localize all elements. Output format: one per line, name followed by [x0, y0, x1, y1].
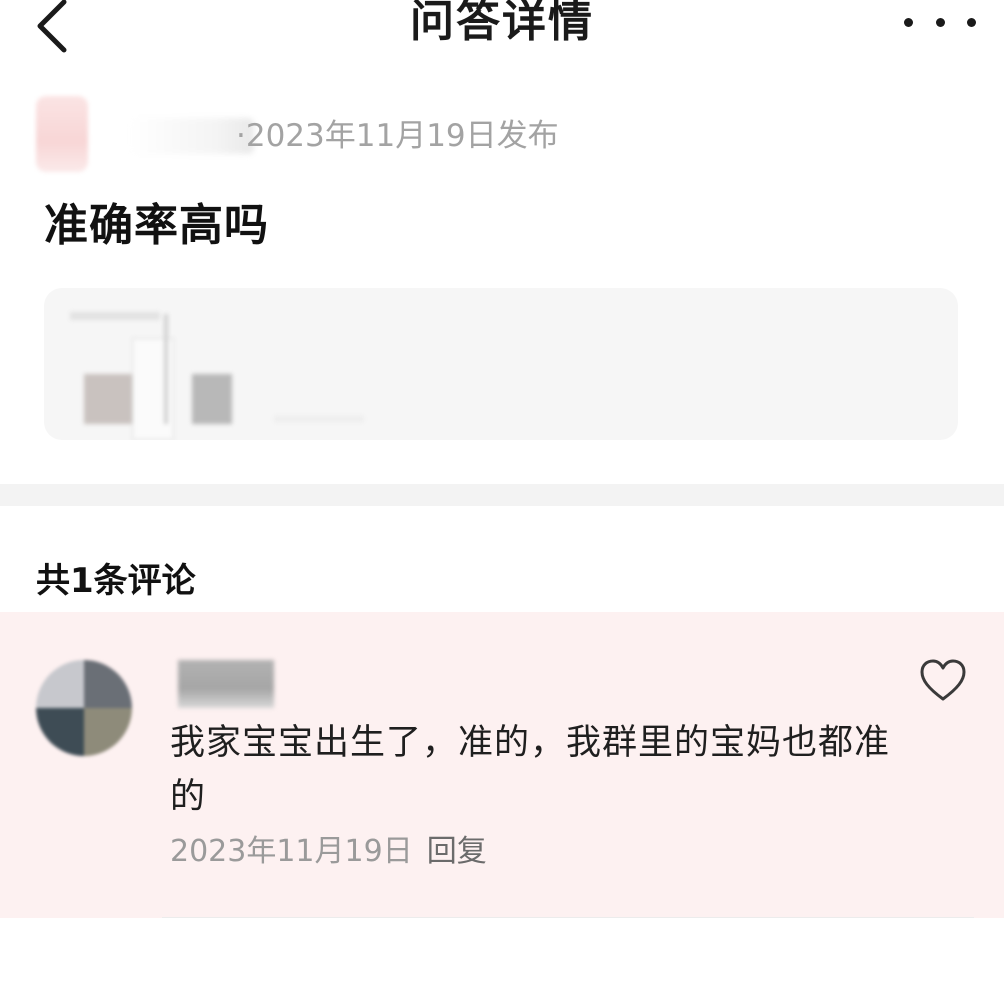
more-options-button[interactable] — [904, 0, 976, 44]
question-title: 准确率高吗 — [44, 200, 269, 251]
comment-divider — [162, 917, 974, 918]
page-title: 问答详情 — [410, 0, 594, 47]
reply-button[interactable]: 回复 — [427, 834, 487, 869]
qa-detail-page: 问答详情 ·2023年11月19日发布 准确率高吗 共1条评论 我家宝宝出生了，… — [0, 0, 1004, 1004]
commenter-name-redacted[interactable] — [178, 660, 274, 708]
comment-item[interactable]: 我家宝宝出生了，准的，我群里的宝妈也都准的 2023年11月19日 回复 — [0, 612, 1004, 918]
comment-date: 2023年11月19日 — [170, 834, 413, 869]
blurred-caption — [274, 416, 364, 422]
post-publish-date: ·2023年11月19日发布 — [236, 118, 559, 154]
author-avatar[interactable] — [36, 96, 88, 172]
like-button[interactable] — [918, 656, 968, 706]
blurred-thumbnail — [68, 308, 232, 440]
top-bar: 问答详情 — [0, 0, 1004, 72]
commenter-avatar[interactable] — [36, 660, 132, 756]
comment-meta: 2023年11月19日 回复 — [170, 830, 487, 874]
heart-outline-icon — [920, 659, 966, 701]
quoted-content-card[interactable] — [44, 288, 958, 440]
comment-text: 我家宝宝出生了，准的，我群里的宝妈也都准的 — [170, 723, 891, 817]
more-horizontal-icon — [904, 17, 913, 27]
comment-count: 共1条评论 — [36, 561, 196, 601]
post-author-row: ·2023年11月19日发布 — [36, 96, 936, 176]
section-divider — [0, 484, 1004, 506]
